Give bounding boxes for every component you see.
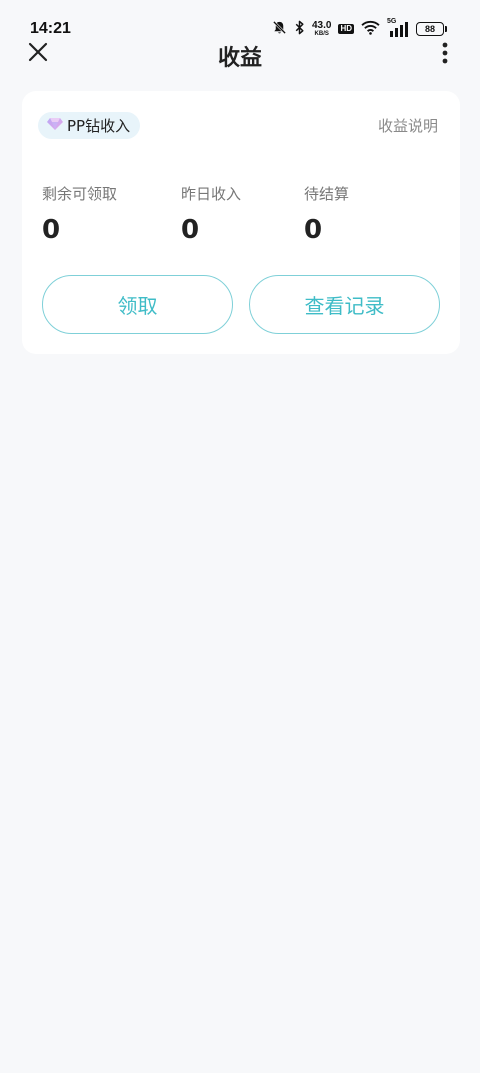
view-records-button[interactable]: 查看记录 <box>249 275 440 334</box>
wifi-icon <box>361 20 380 39</box>
pp-diamond-income-tag: PP钻收入 <box>38 112 141 139</box>
net-speed-unit: KB/S <box>314 31 329 37</box>
earnings-card: PP钻收入 收益说明 剩余可领取 0 昨日收入 0 待结算 0 领取 查看记录 <box>22 91 460 354</box>
claim-button[interactable]: 领取 <box>42 275 233 334</box>
stat-value: 0 <box>42 215 61 245</box>
stat-remaining-claimable: 剩余可领取 0 <box>42 183 117 245</box>
status-icons: 43.0 KB/S HD 5G 88 <box>272 18 447 39</box>
more-vertical-icon[interactable] <box>440 42 450 64</box>
stat-label: 剩余可领取 <box>42 185 118 203</box>
mute-bell-icon <box>272 20 287 39</box>
page-title: 收益 <box>217 46 262 71</box>
nav-bar: 收益 <box>0 38 480 71</box>
battery-icon: 88 <box>416 22 447 36</box>
stat-value: 0 <box>181 215 200 245</box>
signal-icon: 5G <box>387 18 409 37</box>
earnings-explanation-link[interactable]: 收益说明 <box>378 115 438 136</box>
hd-badge: HD <box>338 24 354 34</box>
bluetooth-icon <box>294 20 305 39</box>
net-speed: 43.0 KB/S <box>311 20 332 38</box>
net-speed-value: 43.0 <box>311 20 332 31</box>
status-bar: 14:21 43.0 KB/S HD 5G 88 <box>0 0 480 40</box>
stat-label: 待结算 <box>304 185 350 203</box>
stat-value: 0 <box>304 215 323 245</box>
stat-pending-settlement: 待结算 0 <box>304 183 349 245</box>
status-time: 14:21 <box>30 20 71 37</box>
stat-label: 昨日收入 <box>181 185 242 203</box>
pp-tag-label: PP钻收入 <box>67 117 131 135</box>
diamond-icon <box>46 117 64 135</box>
stat-yesterday-income: 昨日收入 0 <box>181 183 241 245</box>
battery-level: 88 <box>424 24 435 34</box>
